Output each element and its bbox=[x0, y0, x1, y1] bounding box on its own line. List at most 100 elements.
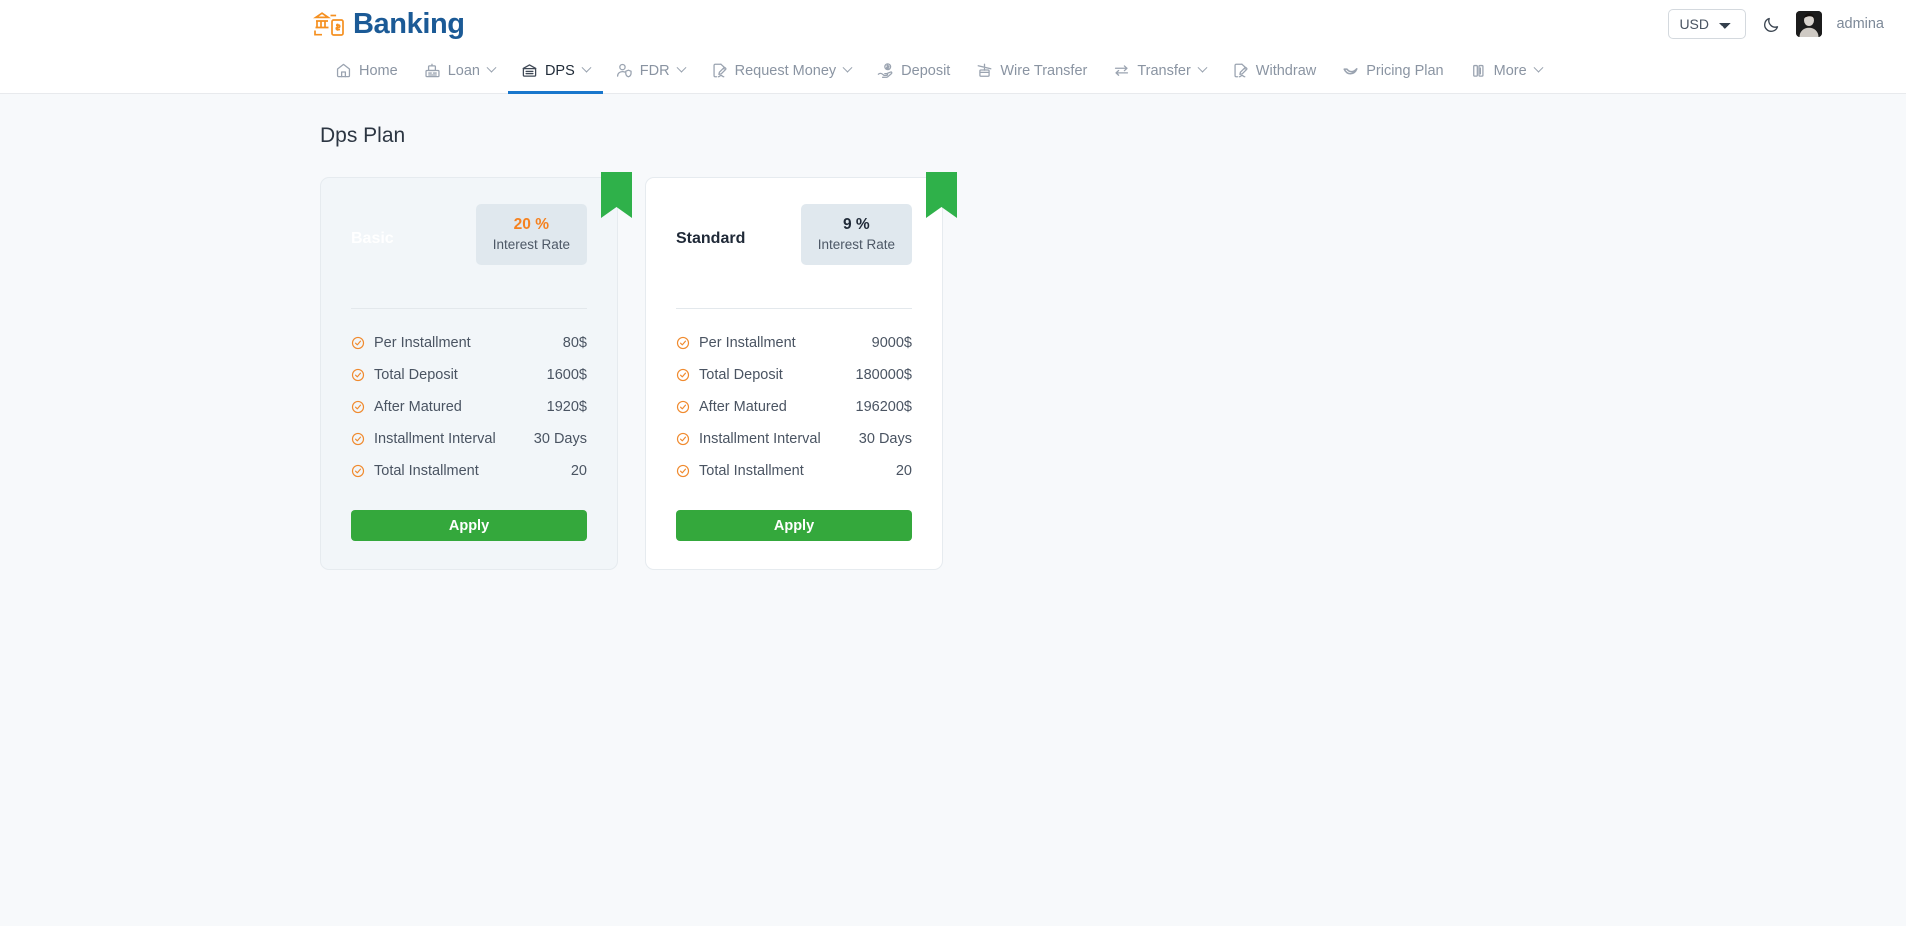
plan-detail-value: 20 bbox=[570, 463, 587, 479]
interest-rate-badge: 9 % Interest Rate bbox=[800, 204, 912, 265]
plan-detail-label: After Matured bbox=[699, 399, 787, 415]
plan-detail-value: 20 bbox=[895, 463, 912, 479]
plan-name: Basic bbox=[351, 230, 394, 247]
plan-detail-label: After Matured bbox=[374, 399, 462, 415]
nav-item-transfer[interactable]: Transfer bbox=[1100, 48, 1218, 93]
plan-detail-label: Installment Interval bbox=[374, 431, 496, 447]
main-navigation: Home Loan DPS FDR Request Money Deposit Wire T… bbox=[0, 48, 1906, 94]
plan-detail-value: 1920$ bbox=[546, 399, 587, 415]
user-shield-icon bbox=[616, 62, 633, 79]
interest-rate-value: 20 % bbox=[513, 216, 550, 233]
nav-item-label: Home bbox=[359, 62, 398, 79]
nav-item-label: Pricing Plan bbox=[1366, 62, 1444, 79]
interest-rate-label: Interest Rate bbox=[817, 236, 895, 252]
chevron-down-icon bbox=[581, 62, 592, 73]
plan-card-header: Basic 20 % Interest Rate bbox=[351, 204, 587, 282]
plan-card: Standard 9 % Interest Rate Per Installment 9… bbox=[645, 172, 957, 570]
nav-item-label: More bbox=[1493, 62, 1527, 79]
brand-logo[interactable]: Banking bbox=[313, 9, 465, 39]
plan-detail-row: Total Deposit 180000$ bbox=[676, 359, 912, 391]
plan-detail-value: 9000$ bbox=[871, 335, 912, 351]
dps-plan-cards: Basic 20 % Interest Rate Per Installment 80$… bbox=[320, 172, 1906, 570]
interest-rate-badge: 20 % Interest Rate bbox=[475, 204, 587, 265]
currency-select[interactable]: USD bbox=[1668, 9, 1747, 39]
nav-item-label: Transfer bbox=[1137, 62, 1191, 79]
plan-detail-label: Installment Interval bbox=[699, 431, 821, 447]
check-circle-icon bbox=[676, 368, 690, 382]
chevron-down-icon bbox=[842, 62, 853, 73]
plan-name: Standard bbox=[676, 230, 746, 247]
page-title: Dps Plan bbox=[320, 124, 406, 147]
nav-item-label: Deposit bbox=[901, 62, 951, 79]
plan-detail-label: Total Deposit bbox=[374, 367, 458, 383]
nav-item-fdr[interactable]: FDR bbox=[603, 48, 698, 93]
plan-detail-label: Total Installment bbox=[374, 463, 479, 479]
interest-rate-value: 9 % bbox=[842, 216, 870, 233]
nav-item-label: Request Money bbox=[734, 62, 837, 79]
plan-detail-label: Per Installment bbox=[699, 335, 796, 351]
plan-detail-list: Per Installment 80$ Total Deposit 1600$ Afte… bbox=[351, 327, 587, 487]
nav-item-label: Withdraw bbox=[1255, 62, 1317, 79]
plan-detail-value: 80$ bbox=[562, 335, 587, 351]
brand-name: Banking bbox=[353, 7, 465, 40]
nav-item-loan[interactable]: Loan bbox=[411, 48, 508, 93]
plan-detail-row: Total Installment 20 bbox=[676, 455, 912, 487]
nav-item-label: Wire Transfer bbox=[1000, 62, 1088, 79]
chevron-down-icon bbox=[676, 62, 687, 73]
plan-detail-row: Total Deposit 1600$ bbox=[351, 359, 587, 391]
nav-item-label: DPS bbox=[544, 62, 575, 79]
nav-item-wire-transfer[interactable]: Wire Transfer bbox=[963, 48, 1100, 93]
plan-detail-list: Per Installment 9000$ Total Deposit 180000$… bbox=[676, 327, 912, 487]
check-circle-icon bbox=[676, 464, 690, 478]
plan-detail-value: 1600$ bbox=[546, 367, 587, 383]
card-divider bbox=[676, 308, 912, 309]
check-circle-icon bbox=[676, 400, 690, 414]
nav-item-more[interactable]: More bbox=[1457, 48, 1555, 93]
ribbon-badge-icon bbox=[926, 172, 957, 218]
nav-item-dps[interactable]: DPS bbox=[507, 48, 603, 94]
nav-item-request-money[interactable]: Request Money bbox=[698, 48, 865, 93]
page-content: Dps Plan Basic 20 % Interest Rate Per Insta… bbox=[0, 94, 1906, 926]
file-signature-icon bbox=[711, 62, 728, 79]
home-icon bbox=[335, 62, 352, 79]
chevron-down-icon bbox=[1197, 62, 1208, 73]
check-circle-icon bbox=[351, 464, 365, 478]
nav-item-withdraw[interactable]: Withdraw bbox=[1219, 48, 1329, 93]
plan-detail-row: Per Installment 9000$ bbox=[676, 327, 912, 359]
plan-detail-value: 30 Days bbox=[858, 431, 912, 447]
exchange-arrows-icon bbox=[1113, 62, 1130, 79]
nav-item-label: FDR bbox=[639, 62, 670, 79]
plan-detail-value: 30 Days bbox=[533, 431, 587, 447]
nav-item-home[interactable]: Home bbox=[322, 48, 411, 93]
moon-icon[interactable] bbox=[1760, 13, 1782, 35]
file-signature-icon bbox=[1232, 62, 1249, 79]
chevron-down-icon bbox=[1533, 62, 1544, 73]
nav-item-pricing-plan[interactable]: Pricing Plan bbox=[1329, 48, 1456, 93]
plan-detail-value: 196200$ bbox=[855, 399, 912, 415]
card-divider bbox=[351, 308, 587, 309]
apply-button[interactable]: Apply bbox=[351, 510, 587, 541]
plan-detail-row: Installment Interval 30 Days bbox=[676, 423, 912, 455]
check-circle-icon bbox=[676, 336, 690, 350]
chevron-down-icon bbox=[486, 62, 497, 73]
bank-archive-icon bbox=[521, 62, 538, 79]
avatar[interactable] bbox=[1796, 11, 1823, 37]
plan-detail-row: After Matured 1920$ bbox=[351, 391, 587, 423]
plan-detail-value: 180000$ bbox=[855, 367, 912, 383]
briefcase-icon bbox=[1470, 62, 1487, 79]
plan-detail-label: Total Installment bbox=[699, 463, 804, 479]
plan-detail-row: Total Installment 20 bbox=[351, 455, 587, 487]
plan-card-header: Standard 9 % Interest Rate bbox=[676, 204, 912, 282]
nav-item-label: Loan bbox=[447, 62, 480, 79]
interest-rate-label: Interest Rate bbox=[492, 236, 570, 252]
bank-phone-logo-icon bbox=[313, 9, 347, 39]
hand-dollar-icon bbox=[877, 62, 894, 79]
plan-card: Basic 20 % Interest Rate Per Installment 80$… bbox=[320, 172, 632, 570]
check-circle-icon bbox=[351, 336, 365, 350]
plan-detail-label: Total Deposit bbox=[699, 367, 783, 383]
check-circle-icon bbox=[351, 432, 365, 446]
nav-item-deposit[interactable]: Deposit bbox=[864, 48, 963, 93]
ribbon-badge-icon bbox=[601, 172, 632, 218]
apply-button[interactable]: Apply bbox=[676, 510, 912, 541]
username-label: admina bbox=[1836, 16, 1884, 32]
